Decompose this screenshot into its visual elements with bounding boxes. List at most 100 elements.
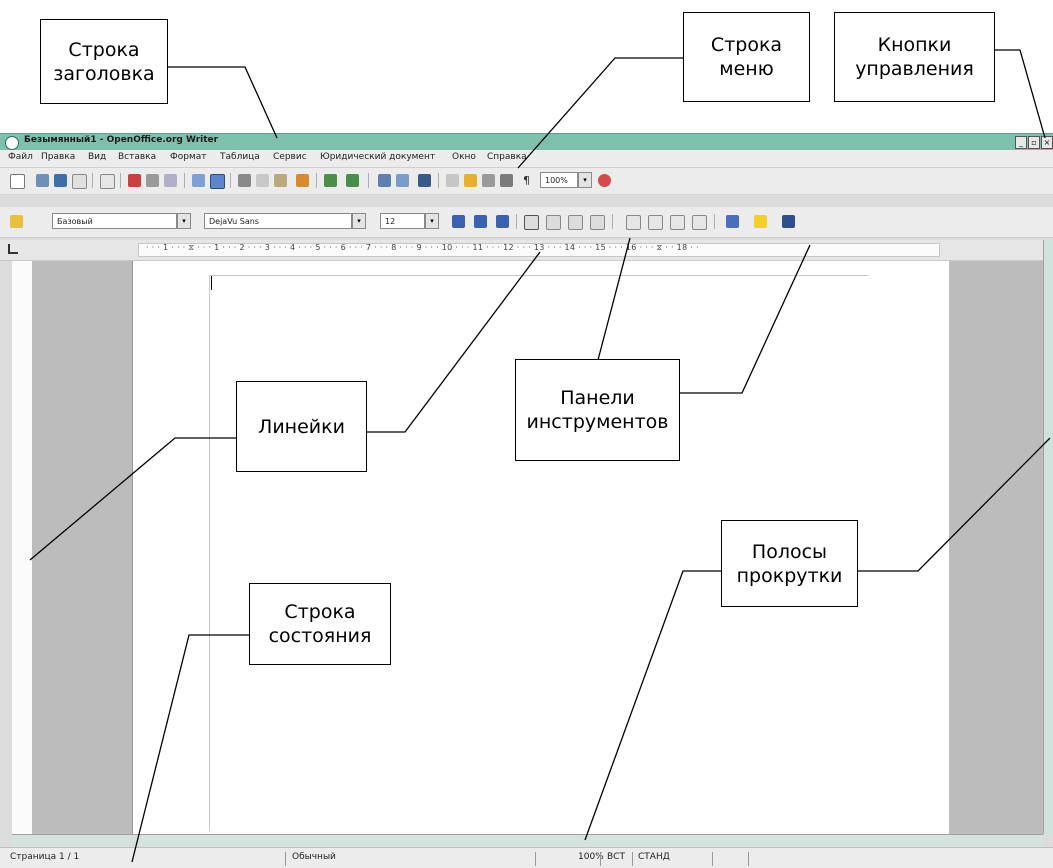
redo-icon[interactable]: [346, 174, 359, 187]
menu-bar: Файл Правка Вид Вставка Формат Таблица С…: [0, 150, 1053, 168]
undo-icon[interactable]: [324, 174, 337, 187]
text-boundary: [209, 275, 869, 276]
background-color-icon[interactable]: [782, 215, 795, 228]
autospell-icon[interactable]: [210, 174, 225, 189]
menu-format[interactable]: Формат: [170, 152, 207, 162]
align-right-icon[interactable]: [568, 215, 583, 230]
pilcrow-icon[interactable]: ¶: [520, 174, 533, 187]
paragraph-style-combo[interactable]: Базовый: [52, 213, 177, 229]
menu-view[interactable]: Вид: [88, 152, 106, 162]
cut-icon[interactable]: [238, 174, 251, 187]
font-size-combo[interactable]: 12: [380, 213, 425, 229]
find-replace-icon[interactable]: [446, 174, 459, 187]
toolbar-separator: [316, 173, 317, 188]
text-boundary: [209, 275, 210, 831]
hyperlink-icon[interactable]: [378, 174, 391, 187]
status-divider: [748, 852, 749, 866]
menu-help[interactable]: Справка: [487, 152, 527, 162]
status-divider: [712, 852, 713, 866]
preview-icon[interactable]: [164, 174, 177, 187]
font-color-icon[interactable]: [726, 215, 739, 228]
vertical-scrollbar[interactable]: [1043, 240, 1053, 834]
menu-window[interactable]: Окно: [452, 152, 476, 162]
callout-control-buttons: Кнопки управления: [834, 12, 995, 102]
underline-icon[interactable]: [496, 215, 509, 228]
left-margin-area: [32, 261, 132, 834]
export-pdf-icon[interactable]: [128, 174, 141, 187]
menu-insert[interactable]: Вставка: [118, 152, 156, 162]
status-divider: [285, 852, 286, 866]
highlight-icon[interactable]: [754, 215, 767, 228]
title-bar-leader: [168, 66, 278, 139]
font-size-dropdown[interactable]: ▾: [425, 213, 439, 229]
format-paintbrush-icon[interactable]: [296, 174, 309, 187]
vertical-ruler[interactable]: [12, 261, 33, 834]
draw-functions-icon[interactable]: [418, 174, 431, 187]
navigator-icon[interactable]: [464, 174, 477, 187]
horizontal-scrollbar[interactable]: [12, 834, 1043, 847]
app-icon: [5, 136, 19, 150]
copy-icon[interactable]: [256, 174, 269, 187]
toolbar-separator: [368, 173, 369, 188]
edit-file-icon[interactable]: [100, 174, 115, 189]
open-icon[interactable]: [36, 174, 49, 187]
spellcheck-icon[interactable]: [192, 174, 205, 187]
help-icon[interactable]: [598, 174, 611, 187]
close-button[interactable]: ×: [1041, 136, 1053, 149]
menu-table[interactable]: Таблица: [220, 152, 260, 162]
window-title: Безымянный1 - OpenOffice.org Writer: [24, 135, 219, 145]
font-name-combo[interactable]: DejaVu Sans: [204, 213, 352, 229]
maximize-button[interactable]: ▫: [1028, 136, 1040, 149]
status-divider: [535, 852, 536, 866]
formatting-toolbar: Базовый ▾ DejaVu Sans ▾ 12 ▾: [0, 207, 1053, 238]
bullets-icon[interactable]: [648, 215, 663, 230]
toolbar-separator: [438, 173, 439, 188]
data-sources-icon[interactable]: [500, 174, 513, 187]
styles-icon[interactable]: [10, 215, 23, 228]
increase-indent-icon[interactable]: [692, 215, 707, 230]
toolbar-separator: [612, 214, 613, 229]
toolbar-separator: [714, 214, 715, 229]
paragraph-style-dropdown[interactable]: ▾: [177, 213, 191, 229]
menu-tools[interactable]: Сервис: [273, 152, 307, 162]
bold-icon[interactable]: [452, 215, 465, 228]
status-bar: Страница 1 / 1 Обычный 100% ВСТ СТАНД: [0, 847, 1053, 868]
callout-rulers: Линейки: [236, 381, 367, 472]
numbering-icon[interactable]: [626, 215, 641, 230]
zoom-combo[interactable]: 100%: [540, 172, 578, 188]
callout-menu-bar: Строка меню: [683, 12, 810, 102]
status-divider: [632, 852, 633, 866]
status-page: Страница 1 / 1: [10, 852, 80, 862]
table-icon[interactable]: [396, 174, 409, 187]
right-margin-area: [949, 261, 1043, 834]
status-insert-mode[interactable]: ВСТ: [607, 852, 625, 862]
status-style: Обычный: [292, 852, 336, 862]
paste-icon[interactable]: [274, 174, 287, 187]
gallery-icon[interactable]: [482, 174, 495, 187]
menu-edit[interactable]: Правка: [41, 152, 75, 162]
menu-file[interactable]: Файл: [8, 152, 33, 162]
status-selection-mode[interactable]: СТАНД: [638, 852, 670, 862]
font-name-dropdown[interactable]: ▾: [352, 213, 366, 229]
callout-toolbars: Панели инструментов: [515, 359, 680, 461]
zoom-dropdown[interactable]: ▾: [578, 172, 592, 188]
italic-icon[interactable]: [474, 215, 487, 228]
new-doc-icon[interactable]: [10, 174, 25, 189]
tab-stop-icon[interactable]: [8, 244, 18, 254]
align-left-icon[interactable]: [524, 215, 539, 230]
title-bar: Безымянный1 - OpenOffice.org Writer _ ▫ …: [0, 133, 1053, 150]
align-center-icon[interactable]: [546, 215, 561, 230]
decrease-indent-icon[interactable]: [670, 215, 685, 230]
justify-icon[interactable]: [590, 215, 605, 230]
print-icon[interactable]: [146, 174, 159, 187]
minimize-button[interactable]: _: [1015, 136, 1027, 149]
horizontal-ruler[interactable]: · · · 1 · · · ⧖ · · · 1 · · · 2 · · · 3 …: [0, 240, 1053, 261]
callout-scrollbars: Полосы прокрутки: [721, 520, 858, 607]
status-divider: [600, 852, 601, 866]
save-icon[interactable]: [54, 174, 67, 187]
callout-status-bar: Строка состояния: [249, 583, 391, 665]
standard-toolbar: ¶ 100% ▾: [0, 168, 1053, 195]
menu-legal-document[interactable]: Юридический документ: [320, 152, 435, 162]
email-icon[interactable]: [72, 174, 87, 189]
toolbar-separator: [92, 173, 93, 188]
